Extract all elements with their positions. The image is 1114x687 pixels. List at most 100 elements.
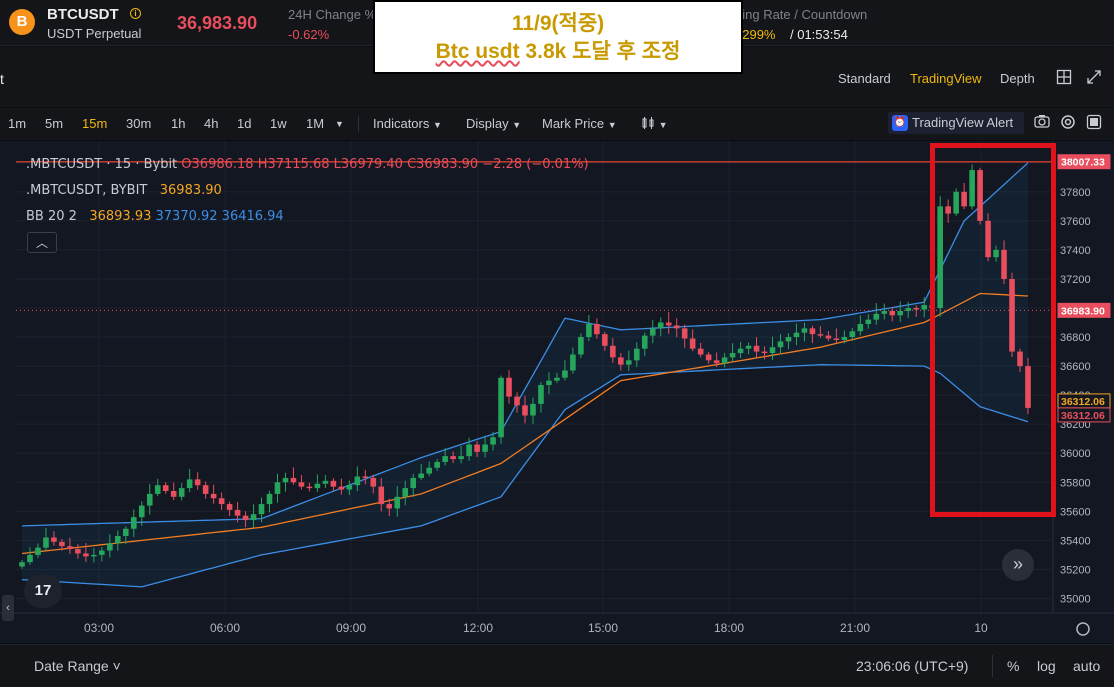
candle-body	[801, 328, 808, 333]
candle-body	[825, 335, 832, 339]
candle-body	[43, 537, 49, 548]
indicators-menu[interactable]: Indicators ▼	[373, 116, 442, 131]
candle-body	[753, 345, 760, 352]
candle-body	[490, 437, 496, 445]
timeframe-1w[interactable]: 1w	[270, 116, 287, 131]
legend-close: C36983.90	[407, 157, 479, 172]
x-tick-label: 10	[974, 621, 988, 635]
candle-body	[170, 491, 177, 497]
timeframe-30m[interactable]: 30m	[126, 116, 151, 131]
y-tick-label: 35800	[1060, 477, 1091, 489]
candle-body	[530, 403, 536, 416]
candle-body	[83, 553, 89, 557]
candle-body	[19, 562, 25, 567]
y-tick-label: 37400	[1060, 245, 1091, 257]
percent-scale-toggle[interactable]: %	[1007, 658, 1019, 674]
tab-tradingview[interactable]: TradingView	[910, 71, 982, 86]
date-range-button[interactable]: Date Range ˅	[34, 658, 121, 674]
candle-body	[538, 384, 544, 404]
candle-body	[498, 377, 504, 438]
mark-price-menu[interactable]: Mark Price ▼	[542, 116, 617, 131]
collapse-legend-button[interactable]: ︿	[27, 232, 57, 253]
candle-body	[610, 345, 616, 358]
candle-body	[641, 335, 648, 349]
y-tick-label: 36000	[1060, 448, 1091, 460]
x-tick-label: 15:00	[588, 621, 618, 635]
toolbar-divider	[358, 116, 359, 132]
tradingview-alert-label: TradingView Alert	[912, 115, 1014, 130]
timeframe-1h[interactable]: 1h	[171, 116, 185, 131]
log-scale-toggle[interactable]: log	[1037, 658, 1056, 674]
candle-body	[594, 323, 600, 335]
candle-body	[442, 456, 448, 462]
candle-body	[338, 486, 345, 490]
candle-body	[586, 323, 592, 338]
last-price: 36,983.90	[177, 13, 258, 33]
x-tick-label: 03:00	[84, 621, 114, 635]
candle-body	[625, 360, 632, 365]
scroll-to-realtime-button[interactable]: »	[1002, 549, 1034, 581]
camera-icon[interactable]	[1033, 114, 1051, 132]
chart-area[interactable]: 03:00 06:00 09:00 12:00 15:00 18:00 21:00 10 380…	[0, 141, 1114, 643]
annotation-underlined-text: Btc usdt	[435, 40, 520, 63]
candle-body	[162, 485, 169, 492]
legend-symbol: .MBTCUSDT · 15 · Bybit	[26, 157, 178, 172]
fullscreen-icon[interactable]	[1085, 114, 1103, 132]
bitcoin-icon: B	[9, 9, 35, 35]
funding-countdown: / 01:53:54	[790, 27, 848, 42]
candle-body	[737, 348, 744, 354]
candle-type-menu[interactable]: ▼	[641, 116, 668, 131]
info-icon[interactable]: i	[130, 8, 141, 19]
candle-body	[138, 505, 145, 518]
timeframe-15m[interactable]: 15m	[82, 116, 107, 131]
mark-price-legend: .MBTCUSDT, BYBIT 36983.90	[26, 183, 222, 198]
timeframe-dropdown-icon[interactable]: ▼	[335, 119, 344, 129]
candle-body	[474, 444, 480, 452]
y-tick-label: 36800	[1060, 332, 1091, 344]
candle-body	[194, 479, 201, 486]
candle-body	[330, 480, 337, 487]
indicators-label: Indicators	[373, 116, 430, 131]
timeframe-1d[interactable]: 1d	[237, 116, 251, 131]
chevron-left-icon[interactable]: ‹	[2, 595, 14, 621]
clock-timezone[interactable]: 23:06:06 (UTC+9)	[856, 658, 968, 674]
candle-body	[258, 504, 265, 515]
chevron-down-icon: ▼	[512, 120, 522, 130]
candle-body	[777, 341, 784, 348]
settings-icon[interactable]	[1059, 114, 1077, 132]
candle-body	[146, 493, 153, 506]
grid-layout-icon[interactable]	[1055, 69, 1073, 87]
candle-type-icon	[642, 117, 654, 129]
candle-body	[410, 477, 417, 489]
funding-rate-label: ding Rate / Countdown	[735, 7, 868, 22]
timeframe-1m[interactable]: 1m	[8, 116, 26, 131]
y-tick-label: 35400	[1060, 535, 1091, 547]
tab-standard[interactable]: Standard	[838, 71, 891, 86]
tab-depth[interactable]: Depth	[1000, 71, 1035, 86]
candle-body	[322, 480, 329, 484]
tradingview-alert-button[interactable]: ⏰ TradingView Alert	[888, 112, 1024, 134]
symbol-selector[interactable]: BTCUSDT	[47, 6, 119, 23]
candle-body	[130, 517, 137, 529]
candle-body	[705, 354, 712, 361]
auto-scale-toggle[interactable]: auto	[1073, 658, 1100, 674]
candle-body	[745, 345, 752, 349]
timeframe-4h[interactable]: 4h	[204, 116, 218, 131]
tradingview-logo[interactable]: 17	[24, 574, 62, 608]
candle-body	[841, 337, 848, 340]
candle-body	[290, 477, 297, 483]
candle-body	[897, 310, 904, 316]
display-menu[interactable]: Display ▼	[466, 116, 521, 131]
bottom-bar: Date Range ˅ 23:06:06 (UTC+9) % log auto	[0, 644, 1114, 687]
timeframe-1M[interactable]: 1M	[306, 116, 324, 131]
candle-body	[458, 456, 464, 460]
candle-body	[602, 334, 608, 346]
mark-price-label: Mark Price	[542, 116, 605, 131]
expand-icon[interactable]	[1085, 69, 1103, 87]
candle-body	[378, 486, 385, 505]
contract-type: USDT Perpetual	[47, 26, 142, 41]
candle-body	[91, 554, 97, 557]
candle-body	[210, 493, 217, 499]
bb-upper: 37370.92	[155, 209, 218, 224]
timeframe-5m[interactable]: 5m	[45, 116, 63, 131]
